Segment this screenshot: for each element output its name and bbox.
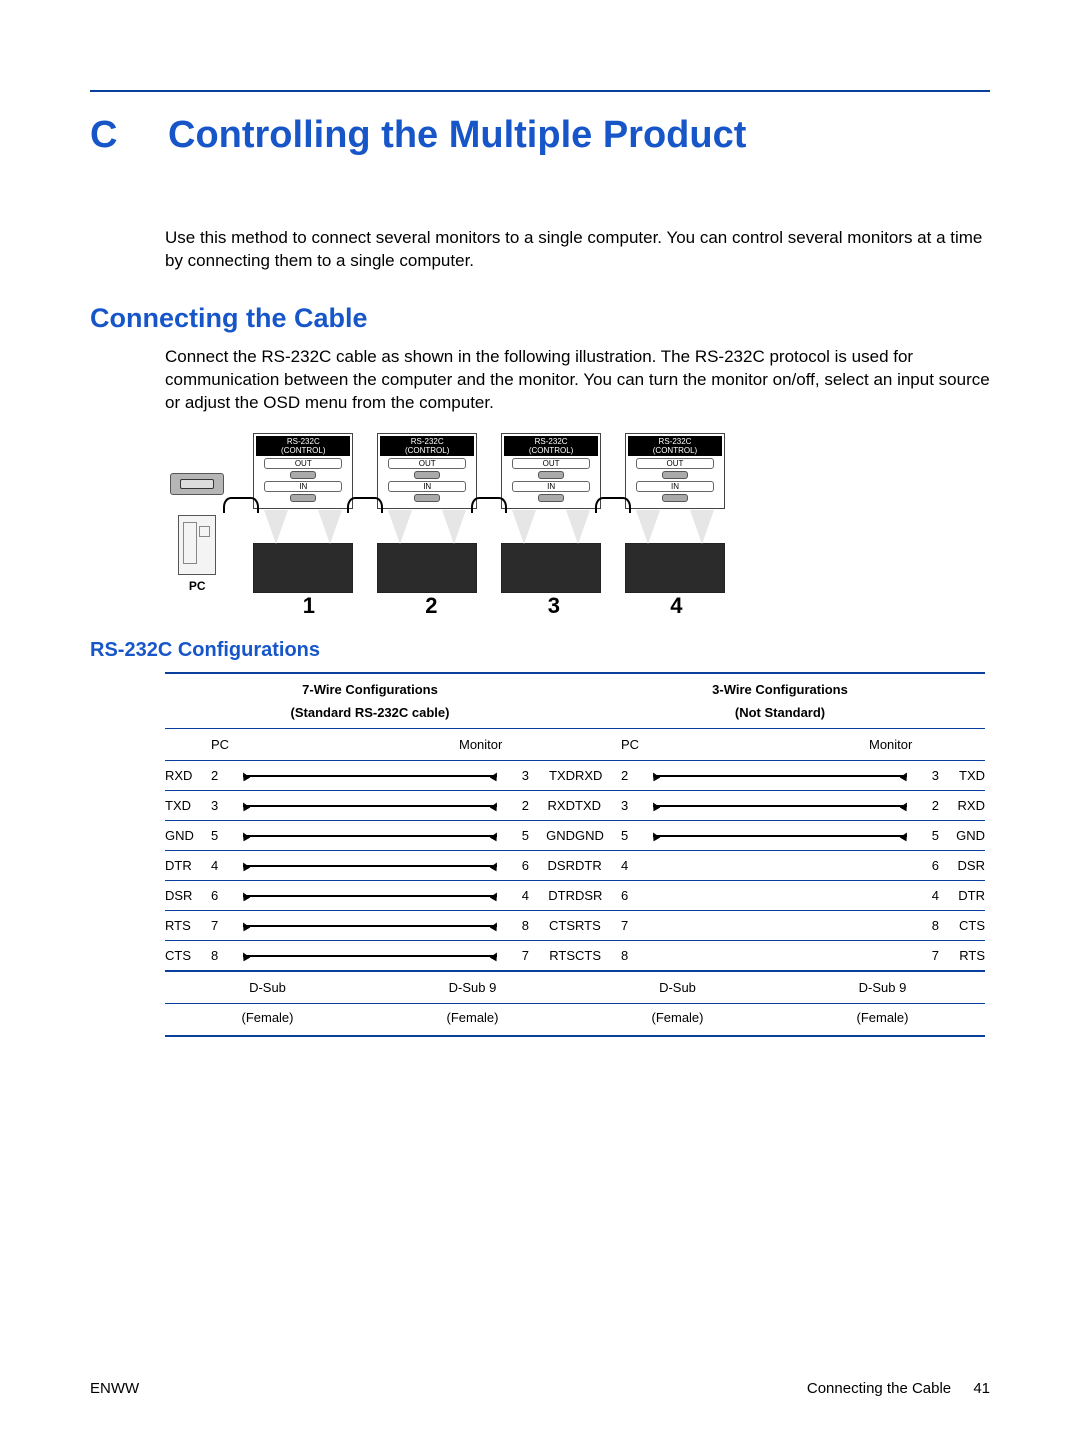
diagram-monitor-1: RS-232C(CONTROL) OUT IN bbox=[253, 433, 353, 593]
wire-icon bbox=[653, 835, 907, 837]
pin-row: GND55GNDGND55GND bbox=[165, 821, 985, 851]
pc-label: PC bbox=[165, 579, 229, 593]
intro-paragraph: Use this method to connect several monit… bbox=[165, 227, 990, 273]
diagram-monitor-4: RS-232C(CONTROL) OUT IN bbox=[625, 433, 725, 593]
diagram-monitor-2: RS-232C(CONTROL) OUT IN bbox=[377, 433, 477, 593]
appendix-title: CControlling the Multiple Product bbox=[90, 114, 990, 157]
cable-paragraph: Connect the RS-232C cable as shown in th… bbox=[165, 346, 990, 415]
footer-left: ENWW bbox=[90, 1380, 139, 1397]
pin-row: RTS78CTSRTS78CTS bbox=[165, 911, 985, 941]
pin-row: DTR46DSRDTR46DSR bbox=[165, 851, 985, 881]
cable-icon bbox=[229, 473, 253, 593]
footer-section: Connecting the Cable bbox=[807, 1380, 951, 1397]
diagram-pc: PC bbox=[165, 473, 229, 593]
cfg-header-3wire: 3-Wire Configurations (Not Standard) bbox=[575, 682, 985, 720]
wire-icon bbox=[653, 775, 907, 777]
page: CControlling the Multiple Product Use th… bbox=[0, 0, 1080, 1437]
diagram-numbers: 1 2 3 4 bbox=[235, 593, 725, 619]
wire-icon bbox=[243, 925, 497, 927]
diagram-monitor-3: RS-232C(CONTROL) OUT IN bbox=[501, 433, 601, 593]
pin-row: DSR64DTRDSR64DTR bbox=[165, 881, 985, 911]
wire-icon bbox=[243, 835, 497, 837]
page-footer: ENWW Connecting the Cable 41 bbox=[90, 1380, 990, 1397]
cable-icon bbox=[601, 473, 625, 593]
pin-row: RXD23TXDRXD23TXD bbox=[165, 761, 985, 791]
col-monitor-label: Monitor bbox=[459, 737, 529, 752]
connector-row: D-SubD-Sub 9 D-SubD-Sub 9 bbox=[165, 972, 985, 1004]
section-connecting-cable: Connecting the Cable bbox=[90, 303, 990, 334]
cfg-header-7wire: 7-Wire Configurations (Standard RS-232C … bbox=[165, 682, 575, 720]
section-rs232c-config: RS-232C Configurations bbox=[90, 639, 990, 662]
wire-icon bbox=[653, 805, 907, 807]
footer-page-number: 41 bbox=[973, 1380, 990, 1397]
wire-icon bbox=[243, 865, 497, 867]
pin-row: TXD32RXDTXD32RXD bbox=[165, 791, 985, 821]
rs232c-table: 7-Wire Configurations (Standard RS-232C … bbox=[165, 672, 985, 1037]
monitor-screen-icon bbox=[253, 543, 353, 593]
pin-row: CTS87RTSCTS87RTS bbox=[165, 941, 985, 972]
wire-icon bbox=[243, 775, 497, 777]
pc-tower-icon bbox=[178, 515, 216, 575]
appendix-letter: C bbox=[90, 114, 168, 157]
wire-icon bbox=[243, 895, 497, 897]
connector-gender-row: (Female)(Female) (Female)(Female) bbox=[165, 1004, 985, 1037]
cable-icon bbox=[477, 473, 501, 593]
pc-port-icon bbox=[170, 473, 224, 495]
top-rule bbox=[90, 90, 990, 92]
cable-icon bbox=[353, 473, 377, 593]
wire-icon bbox=[243, 805, 497, 807]
wire-icon bbox=[243, 955, 497, 957]
col-pc-label: PC bbox=[211, 737, 237, 752]
daisy-chain-diagram: PC RS-232C(CONTROL) OUT IN RS-232C(CONTR… bbox=[165, 433, 725, 619]
appendix-name: Controlling the Multiple Product bbox=[168, 114, 746, 156]
